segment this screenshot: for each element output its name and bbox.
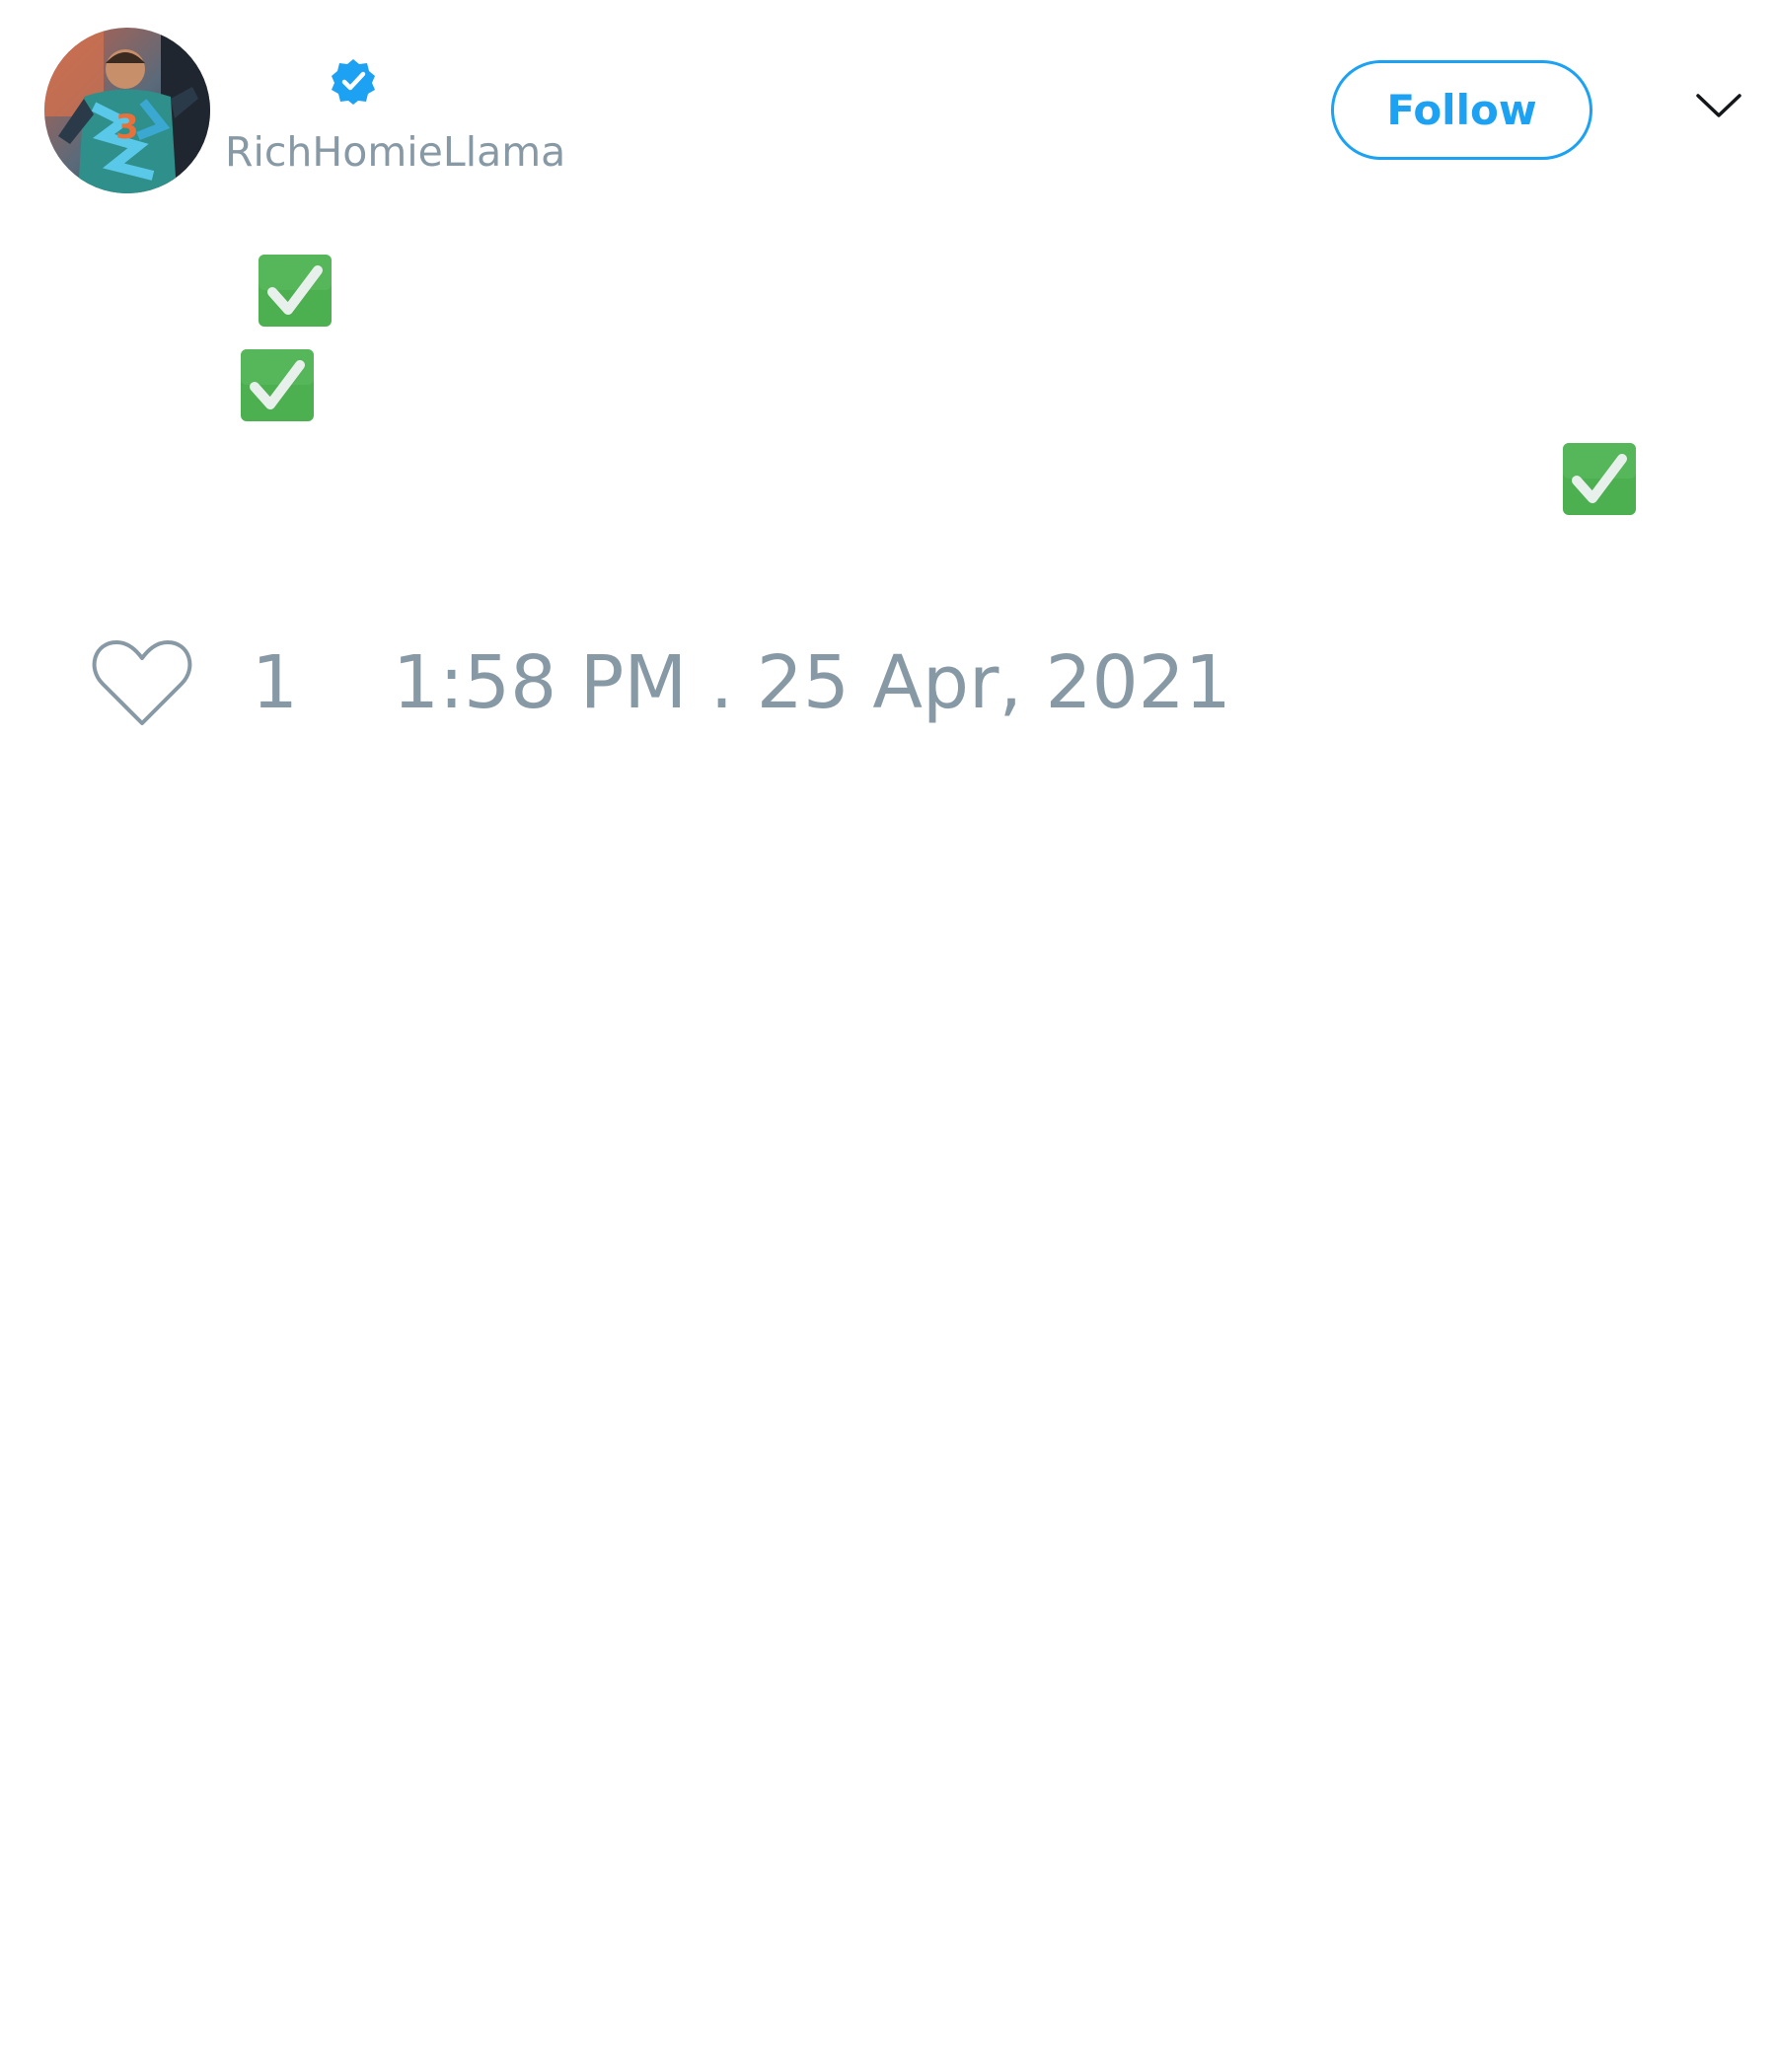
user-handle[interactable]: RichHomieLlama [225,126,565,178]
check-mark-emoji-icon [1563,443,1636,515]
avatar[interactable]: 3 [44,28,210,193]
tweet-timestamp[interactable]: 1:58 PM . 25 Apr, 2021 [393,639,1231,726]
check-mark-emoji-icon [241,349,314,421]
chevron-down-icon[interactable] [1695,91,1742,120]
tweet-card: 3 RichHomieLlama Follow 1 1:58 PM . 25 A… [0,0,1776,2072]
verified-badge-icon [332,59,375,105]
avatar-image: 3 [44,28,210,193]
follow-button[interactable]: Follow [1331,60,1592,160]
check-mark-emoji-icon [259,255,332,327]
heart-icon[interactable] [91,636,193,729]
svg-text:3: 3 [115,108,139,147]
like-count: 1 [252,640,299,725]
